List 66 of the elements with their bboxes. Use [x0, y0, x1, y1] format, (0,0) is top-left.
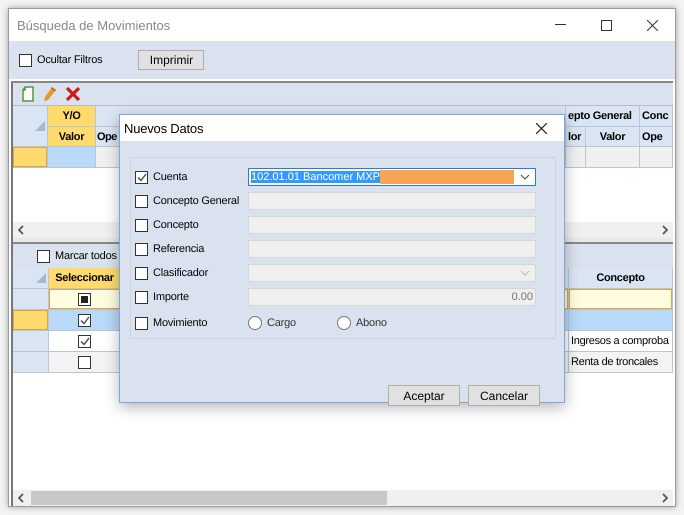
scroll-left-icon[interactable]: [17, 493, 25, 503]
horizontal-scrollbar[interactable]: [13, 490, 673, 506]
column-header[interactable]: Y/O: [48, 106, 96, 127]
scroll-right-icon[interactable]: [661, 225, 669, 235]
field-label: Movimiento: [153, 317, 208, 329]
window-title: Búsqueda de Movimientos: [17, 18, 172, 32]
column-header[interactable]: lor: [566, 127, 586, 147]
field-label: Cuenta: [153, 171, 188, 183]
cancel-button[interactable]: Cancelar: [468, 385, 540, 406]
close-icon[interactable]: [536, 122, 546, 134]
corner-triangle-icon: [36, 273, 46, 283]
table-cell[interactable]: [586, 147, 640, 168]
maximize-icon[interactable]: [600, 20, 612, 30]
column-header[interactable]: Conc: [640, 106, 673, 127]
minimize-icon[interactable]: [554, 24, 566, 26]
field-checkbox[interactable]: [135, 316, 148, 330]
field-label: Concepto: [153, 219, 198, 231]
select-checkbox[interactable]: [78, 292, 91, 306]
delete-icon[interactable]: [65, 86, 81, 102]
close-icon[interactable]: [646, 20, 658, 30]
check-icon: [136, 172, 146, 182]
table-cell[interactable]: [640, 147, 673, 168]
field-label: Clasificador: [153, 267, 208, 279]
table-cell[interactable]: [566, 147, 586, 168]
column-header[interactable]: Concepto: [569, 268, 673, 289]
scrollbar-thumb[interactable]: [31, 491, 387, 505]
check-icon: [80, 336, 90, 346]
mixed-state-square: [81, 296, 88, 302]
hide-filters-label: Ocultar Filtros: [37, 54, 102, 66]
column-header[interactable]: Seleccionar: [49, 268, 121, 289]
dialog-title: Nuevos Datos: [124, 120, 204, 136]
table-cell[interactable]: [49, 352, 121, 373]
corner-triangle-icon: [35, 121, 45, 131]
mark-all-label: Marcar todos: [55, 250, 117, 262]
table-cell[interactable]: Renta de troncales: [569, 352, 673, 373]
select-checkbox[interactable]: [78, 334, 91, 348]
field-checkbox[interactable]: [135, 170, 148, 184]
field-label: Referencia: [153, 243, 204, 255]
radio-label: Cargo: [267, 317, 296, 329]
field-label: Importe: [153, 291, 189, 303]
scroll-right-icon[interactable]: [661, 493, 669, 503]
pencil-icon[interactable]: [43, 86, 57, 102]
scroll-left-icon[interactable]: [17, 225, 25, 235]
accept-button[interactable]: Aceptar: [388, 385, 460, 406]
table-cell[interactable]: [48, 147, 96, 168]
column-header[interactable]: Ope: [640, 127, 673, 147]
select-checkbox[interactable]: [78, 314, 91, 326]
print-button[interactable]: Imprimir: [138, 50, 204, 70]
dropdown-caret-icon[interactable]: [520, 174, 530, 180]
hide-filters-checkbox[interactable]: [19, 54, 32, 66]
table-cell[interactable]: Ingresos a comproba: [569, 331, 673, 352]
table-cell[interactable]: [569, 310, 673, 331]
table-cell[interactable]: [569, 289, 673, 310]
radio-button[interactable]: [337, 316, 351, 330]
field-label: Concepto General: [153, 195, 240, 207]
mark-all-checkbox[interactable]: [37, 250, 50, 262]
table-cell[interactable]: [49, 289, 121, 310]
select-checkbox[interactable]: [78, 356, 91, 368]
column-header[interactable]: Valor: [48, 127, 96, 147]
radio-button[interactable]: [248, 316, 262, 330]
column-header[interactable]: Valor: [586, 127, 640, 147]
new-document-icon[interactable]: [21, 86, 35, 102]
check-icon: [80, 316, 90, 324]
radio-label: Abono: [356, 317, 387, 329]
column-header[interactable]: epto General: [566, 106, 640, 127]
table-cell[interactable]: [49, 310, 121, 331]
